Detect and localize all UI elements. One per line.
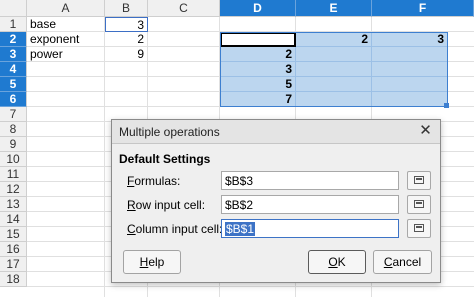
cell-b3[interactable]: 9 (105, 47, 148, 62)
row-header-6[interactable]: 6 (0, 92, 27, 107)
cancel-button[interactable]: Cancel (373, 250, 432, 274)
cell-e2[interactable]: 2 (296, 32, 372, 47)
ok-button[interactable]: OK (308, 250, 366, 274)
shrink-icon (414, 200, 424, 208)
column-header-f[interactable]: F (372, 0, 474, 17)
row-header-8[interactable]: 8 (0, 122, 27, 137)
column-header-b[interactable]: B (105, 0, 148, 17)
row-header-3[interactable]: 3 (0, 47, 27, 62)
row-header-2[interactable]: 2 (0, 32, 27, 47)
row-header-5[interactable]: 5 (0, 77, 27, 92)
row-header-11[interactable]: 11 (0, 167, 27, 182)
column-input-shrink-button[interactable] (407, 219, 431, 238)
column-header-e[interactable]: E (296, 0, 372, 17)
cell-f2[interactable]: 3 (372, 32, 448, 47)
row-header-13[interactable]: 13 (0, 197, 27, 212)
cell-f6[interactable] (372, 92, 448, 107)
column-header-a[interactable]: A (27, 0, 105, 17)
help-button[interactable]: Help (123, 250, 181, 274)
cell-a1[interactable]: base (27, 17, 105, 32)
row-header-4[interactable]: 4 (0, 62, 27, 77)
row-header-10[interactable]: 10 (0, 152, 27, 167)
cell-d6[interactable]: 7 (220, 92, 296, 107)
column-input-cell-field[interactable]: $B$1 (221, 219, 399, 238)
row-input-shrink-button[interactable] (407, 195, 431, 214)
multiple-operations-dialog: Multiple operations ✕ Default Settings F… (111, 119, 441, 283)
cell-a3[interactable]: power (27, 47, 105, 62)
row-header-14[interactable]: 14 (0, 212, 27, 227)
cell-e5[interactable] (296, 77, 372, 92)
column-input-cell-value: $B$1 (225, 222, 256, 236)
cell-d3[interactable]: 2 (220, 47, 296, 62)
row-header-7[interactable]: 7 (0, 107, 27, 122)
row-header-9[interactable]: 9 (0, 137, 27, 152)
row-input-cell-field[interactable]: $B$2 (221, 195, 399, 214)
column-input-cell-label: Column input cell: (127, 222, 223, 236)
row-header-16[interactable]: 16 (0, 242, 27, 257)
cell-f3[interactable] (372, 47, 448, 62)
cell-f4[interactable] (372, 62, 448, 77)
shrink-icon (414, 176, 424, 184)
formulas-shrink-button[interactable] (407, 171, 431, 190)
dialog-titlebar[interactable]: Multiple operations ✕ (112, 120, 440, 144)
fill-handle[interactable] (444, 103, 449, 108)
dialog-title: Multiple operations (119, 125, 220, 139)
cell-e4[interactable] (296, 62, 372, 77)
select-all-corner[interactable] (0, 0, 27, 17)
formulas-field[interactable]: $B$3 (221, 171, 399, 190)
shrink-icon (414, 224, 424, 232)
cell-b1[interactable]: 3 (105, 17, 148, 32)
cell-d4[interactable]: 3 (220, 62, 296, 77)
row-header-15[interactable]: 15 (0, 227, 27, 242)
cell-a2[interactable]: exponent (27, 32, 105, 47)
column-header-c[interactable]: C (148, 0, 220, 17)
row-header-12[interactable]: 12 (0, 182, 27, 197)
cell-f5[interactable] (372, 77, 448, 92)
cell-e6[interactable] (296, 92, 372, 107)
row-input-cell-label: Row input cell: (127, 198, 206, 212)
cell-d5[interactable]: 5 (220, 77, 296, 92)
column-header-d[interactable]: D (220, 0, 296, 17)
cell-d2-cursor[interactable] (220, 32, 296, 47)
cell-e3[interactable] (296, 47, 372, 62)
row-header-18[interactable]: 18 (0, 272, 27, 287)
formulas-label: Formulas: (127, 174, 181, 188)
cell-b2[interactable]: 2 (105, 32, 148, 47)
row-header-1[interactable]: 1 (0, 17, 27, 32)
default-settings-heading: Default Settings (119, 152, 211, 166)
row-header-17[interactable]: 17 (0, 257, 27, 272)
close-icon[interactable]: ✕ (417, 123, 434, 140)
